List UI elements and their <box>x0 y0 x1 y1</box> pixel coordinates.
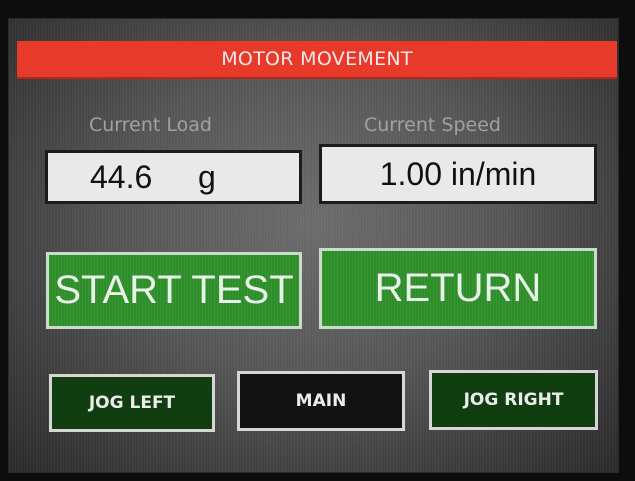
jog-right-label: JOG RIGHT <box>463 390 564 410</box>
return-button[interactable]: RETURN <box>319 248 597 329</box>
main-label: MAIN <box>295 391 347 411</box>
current-load-unit: g <box>198 158 216 195</box>
current-load-display: 44.6 g <box>45 150 302 204</box>
start-test-button[interactable]: START TEST <box>46 252 302 329</box>
current-speed-label: Current Speed <box>364 114 501 136</box>
photo-frame: MOTOR MOVEMENT Current Load Current Spee… <box>0 0 635 481</box>
return-label: RETURN <box>374 266 542 310</box>
jog-right-button[interactable]: JOG RIGHT <box>429 370 598 430</box>
jog-left-button[interactable]: JOG LEFT <box>49 374 215 432</box>
start-test-label: START TEST <box>54 268 294 312</box>
main-button[interactable]: MAIN <box>237 371 405 431</box>
current-speed-display: 1.00 in/min <box>319 144 597 204</box>
current-speed-value: 1.00 in/min <box>379 155 537 192</box>
jog-left-label: JOG LEFT <box>88 393 176 413</box>
current-load-label: Current Load <box>89 114 212 136</box>
hmi-screen: MOTOR MOVEMENT Current Load Current Spee… <box>8 18 619 473</box>
current-load-value: 44.6 <box>90 158 153 195</box>
title-bar: MOTOR MOVEMENT <box>17 41 617 79</box>
screen-title: MOTOR MOVEMENT <box>221 48 413 70</box>
